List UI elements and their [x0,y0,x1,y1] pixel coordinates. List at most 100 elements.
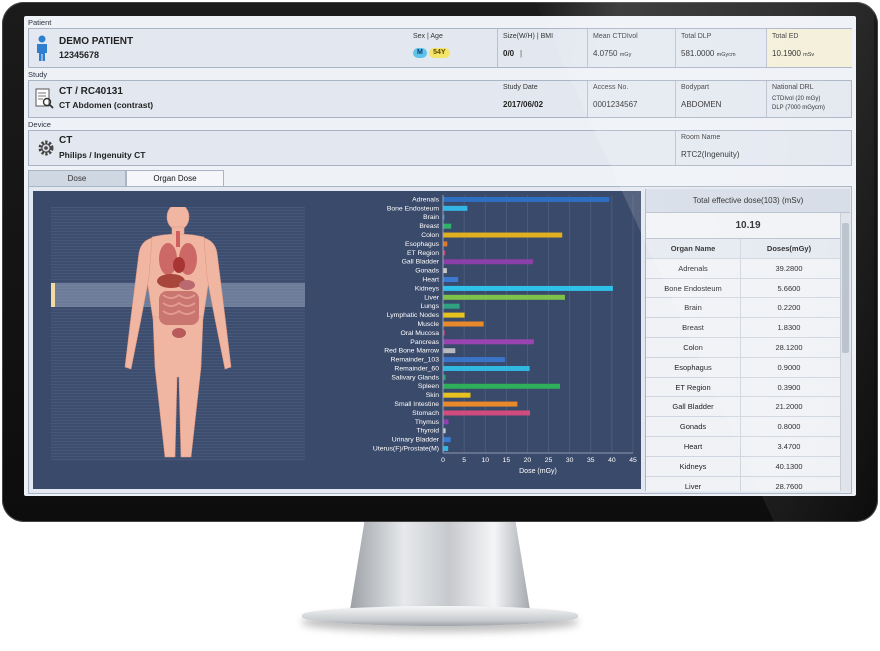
summary-row[interactable]: Gonads 0.8000 [646,417,850,437]
category-label: Esophagus [405,241,440,248]
category-label: Thymus [415,419,440,426]
organ-name-column-header: Organ Name [646,239,741,258]
bar [443,348,456,354]
patient-section-label: Patient [28,18,52,27]
category-label: Liver [424,294,439,301]
human-body-image [124,207,232,458]
category-label: Pancreas [410,339,439,346]
organ-name-cell: Breast [646,318,741,337]
category-label: Oral Mucosa [400,330,439,337]
bar [443,339,534,345]
bodypart-value: ABDOMEN [681,100,722,109]
document-search-icon [35,88,54,109]
bar [443,437,451,443]
organ-name-cell: Bone Endosteum [646,278,741,298]
summary-row[interactable]: Breast 1.8300 [646,318,850,338]
organ-name-cell: Liver [646,476,741,491]
category-label: Muscle [417,321,439,328]
study-date-value: 2017/06/02 [503,100,544,109]
bar [443,383,561,389]
organ-name-cell: Colon [646,337,741,357]
scrollbar-thumb[interactable] [842,223,849,353]
bar [443,268,447,274]
national-drl-header: National DRL [772,84,814,91]
patient-panel: DEMO PATIENT 12345678 Sex | Age M 54Y Si… [28,28,852,68]
bar [443,419,449,425]
ctdi-unit: mGy [619,52,632,58]
dose-cell: 28.7600 [775,481,803,491]
bar [443,294,565,300]
ed-number: 10.1900 [772,49,801,58]
summary-scrollbar[interactable] [840,213,850,491]
divider [587,81,588,117]
device-panel: CT Philips / Ingenuity CT Room Name RTC2… [28,130,852,166]
size-value: 0/0 [503,49,515,58]
category-label: Kidneys [415,285,440,292]
category-label: Remainder_103 [391,357,440,364]
x-tick-label: 40 [608,457,616,464]
dose-cell: 0.3900 [777,382,801,392]
bar [443,259,534,265]
summary-row[interactable]: Liver 28.7600 [646,476,850,491]
bar [443,277,459,283]
summary-row[interactable]: ET Region 0.3900 [646,377,850,398]
total-dlp-header: Total DLP [681,33,712,40]
mean-ctdivol-value: 4.0750 mGy [593,49,631,58]
summary-row[interactable]: Heart 3.4700 [646,436,850,457]
total-effective-dose-title: Total effective dose(103) (mSv) [646,189,850,213]
bar [443,232,563,238]
category-label: ET Region [407,250,439,257]
study-description: CT Abdomen (contrast) [59,100,154,110]
summary-table-header: Organ Name Doses(mGy) [646,239,850,259]
x-tick-label: 30 [566,457,574,464]
total-dlp-value: 581.0000 mGycm [681,49,736,58]
bar [443,205,468,211]
tab-dose[interactable]: Dose [28,170,126,186]
summary-row[interactable]: Kidneys 40.1300 [646,456,850,477]
gear-icon [38,140,54,156]
x-tick-label: 45 [629,457,637,464]
sex-age-badges: M 54Y [413,47,450,58]
category-label: Lymphatic Nodes [387,312,440,319]
summary-row[interactable]: Colon 28.1200 [646,337,850,358]
bar [443,401,518,407]
category-label: Skin [426,392,439,399]
dose-cell: 0.9000 [777,362,801,372]
device-type: CT [59,135,73,146]
access-no-value: 0001234567 [593,100,638,109]
dlp-number: 581.0000 [681,49,715,58]
study-date-header: Study Date [503,84,538,91]
study-section-label: Study [28,70,48,79]
mean-ctdivol-header: Mean CTDIvol [593,33,638,40]
divider [675,131,676,165]
category-label: Small Intestine [394,401,439,408]
x-tick-label: 0 [441,457,445,464]
x-tick-label: 10 [481,457,489,464]
bar [443,214,445,220]
category-label: Stomach [412,410,439,417]
room-name-value: RTC2(Ingenuity) [681,150,740,159]
summary-row[interactable]: Bone Endosteum 5.6600 [646,278,850,299]
patient-name: DEMO PATIENT [59,36,134,47]
person-icon [37,35,47,61]
summary-row[interactable]: Esophagus 0.9000 [646,357,850,378]
summary-row[interactable]: Brain 0.2200 [646,298,850,319]
category-label: Lungs [420,303,439,310]
organ-name-cell: ET Region [646,377,741,397]
category-label: Colon [421,232,439,239]
x-tick-label: 35 [587,457,595,464]
drl-dlp: DLP (7000 mGycm) [772,105,825,111]
study-title: CT / RC40131 [59,86,123,97]
summary-row[interactable]: Adrenals 39.2800 [646,258,850,279]
category-label: Bone Endosteum [387,205,439,212]
bar [443,357,506,363]
device-section-label: Device [28,120,51,129]
study-panel: CT / RC40131 CT Abdomen (contrast) Study… [28,80,852,118]
dose-cell: 1.8300 [777,323,801,333]
body-map[interactable] [51,207,305,461]
monitor-stand-base [302,606,578,626]
age-badge: 54Y [429,48,450,58]
tab-organ-dose[interactable]: Organ Dose [126,170,224,186]
bar [443,365,530,371]
summary-row[interactable]: Gall Bladder 21.2000 [646,397,850,418]
